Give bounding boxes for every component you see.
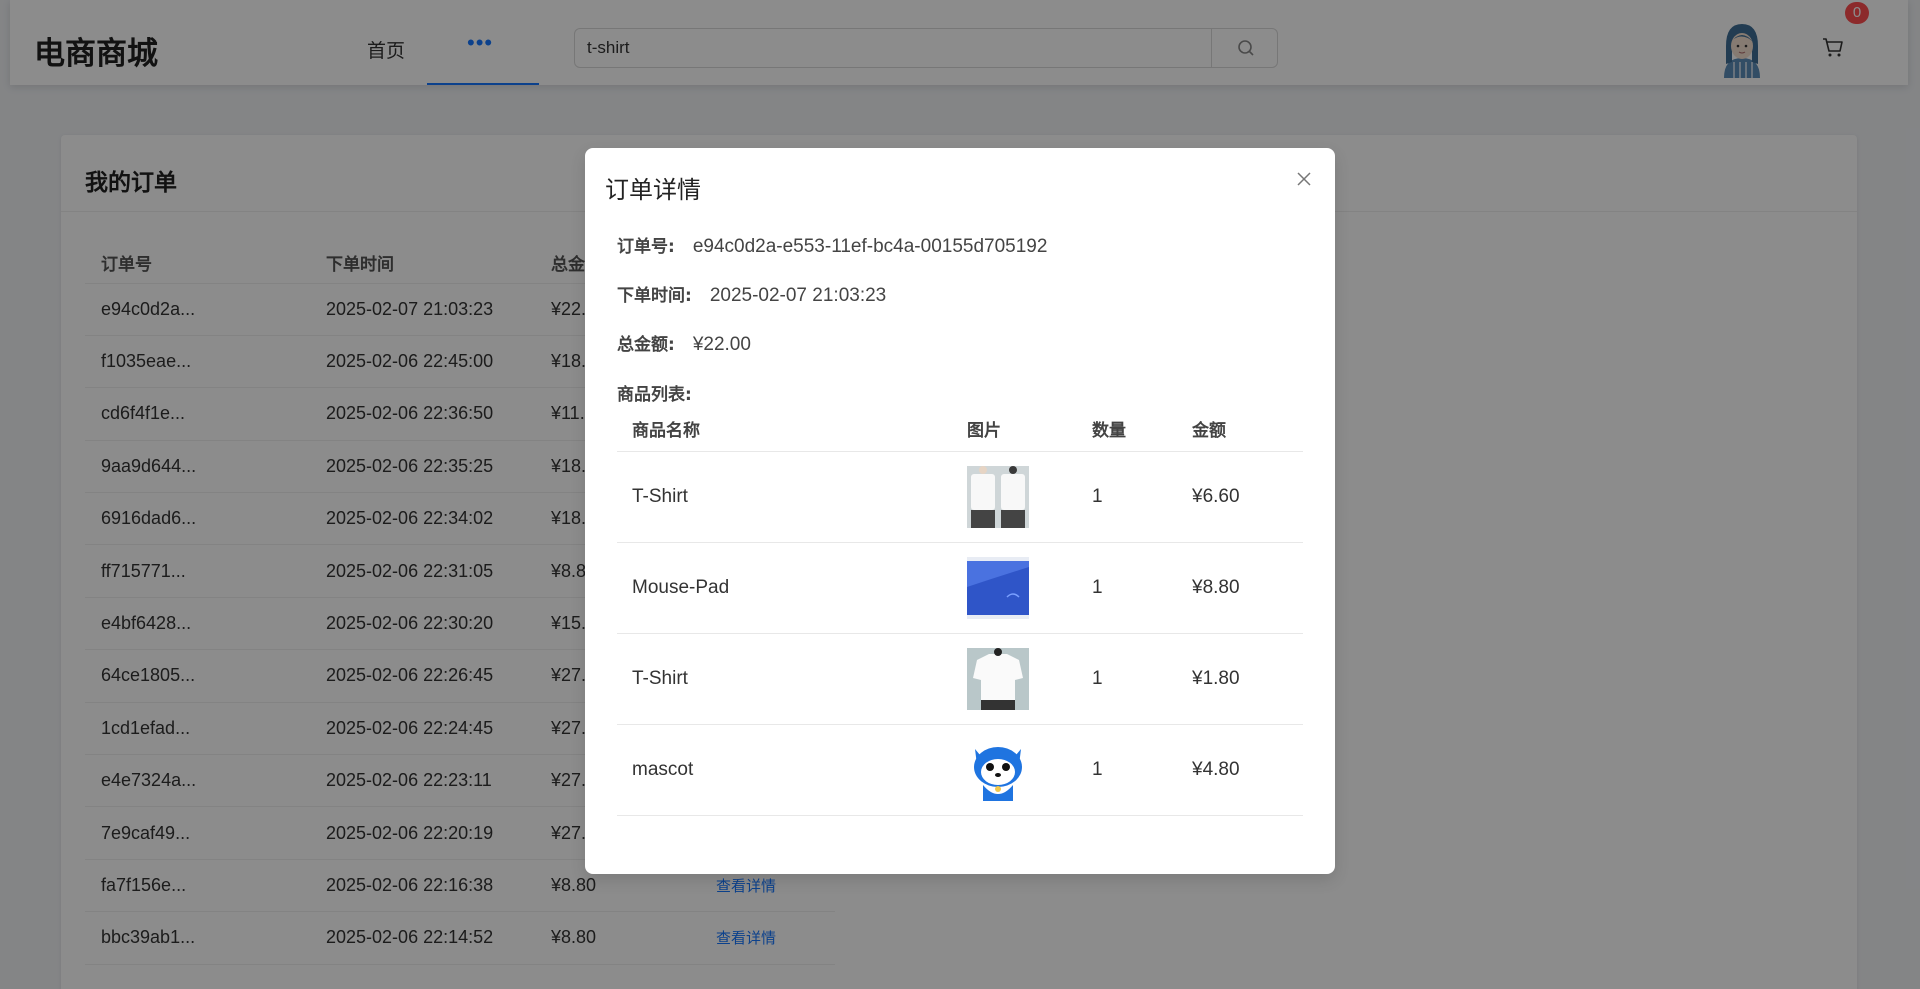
item-image bbox=[952, 542, 1077, 634]
column-header: 数量 bbox=[1077, 406, 1177, 452]
order-total-value: ¥22.00 bbox=[692, 334, 751, 355]
items-header-row: 商品名称 图片 数量 金额 bbox=[617, 406, 1303, 452]
item-name: mascot bbox=[617, 724, 952, 816]
order-id-value: e94c0d2a-e553-11ef-bc4a-00155d705192 bbox=[692, 236, 1048, 257]
item-row: mascot 1 ¥4.80 bbox=[617, 724, 1303, 816]
order-id-label: 订单号: bbox=[617, 237, 675, 257]
tshirt-image bbox=[967, 465, 1029, 528]
item-qty: 1 bbox=[1077, 451, 1177, 543]
column-header: 商品名称 bbox=[617, 406, 952, 452]
item-price: ¥1.80 bbox=[1177, 633, 1303, 725]
item-image bbox=[952, 633, 1077, 725]
modal-title: 订单详情 bbox=[605, 176, 701, 204]
order-total-label: 总金额: bbox=[617, 335, 675, 355]
close-button[interactable] bbox=[1289, 164, 1319, 194]
items-label: 商品列表: bbox=[617, 385, 692, 405]
order-id-field: 订单号: e94c0d2a-e553-11ef-bc4a-00155d705192 bbox=[617, 232, 1047, 258]
item-image bbox=[952, 724, 1077, 816]
tshirt-back-image bbox=[967, 647, 1029, 710]
item-qty: 1 bbox=[1077, 633, 1177, 725]
item-price: ¥6.60 bbox=[1177, 451, 1303, 543]
order-time-value: 2025-02-07 21:03:23 bbox=[709, 285, 887, 306]
item-row: T-Shirt 1 ¥1.80 bbox=[617, 633, 1303, 725]
close-icon bbox=[1297, 172, 1311, 186]
item-row: Mouse-Pad 1 ¥8.80 bbox=[617, 542, 1303, 634]
mascot-image bbox=[967, 738, 1029, 801]
item-price: ¥8.80 bbox=[1177, 542, 1303, 634]
item-price: ¥4.80 bbox=[1177, 724, 1303, 816]
item-row: T-Shirt 1 ¥6.60 bbox=[617, 451, 1303, 543]
items-table: 商品名称 图片 数量 金额 T-Shirt 1 ¥6.60 Mouse-Pad … bbox=[617, 406, 1303, 816]
item-name: T-Shirt bbox=[617, 633, 952, 725]
order-total-field: 总金额: ¥22.00 bbox=[617, 330, 751, 356]
column-header: 金额 bbox=[1177, 406, 1303, 452]
order-time-label: 下单时间: bbox=[617, 286, 692, 306]
item-qty: 1 bbox=[1077, 542, 1177, 634]
mousepad-image bbox=[967, 556, 1029, 619]
item-qty: 1 bbox=[1077, 724, 1177, 816]
order-time-field: 下单时间: 2025-02-07 21:03:23 bbox=[617, 281, 886, 307]
column-header: 图片 bbox=[952, 406, 1077, 452]
order-detail-modal: 订单详情 订单号: e94c0d2a-e553-11ef-bc4a-00155d7… bbox=[585, 148, 1335, 874]
item-image bbox=[952, 451, 1077, 543]
item-name: T-Shirt bbox=[617, 451, 952, 543]
item-name: Mouse-Pad bbox=[617, 542, 952, 634]
